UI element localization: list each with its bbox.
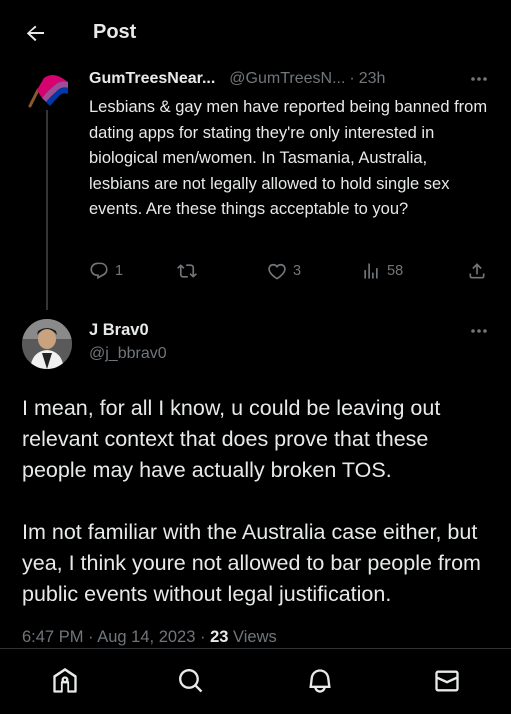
repost-icon: [177, 264, 197, 278]
reply-button[interactable]: 1: [89, 261, 123, 281]
repost-button[interactable]: [177, 261, 203, 281]
home-icon: [53, 668, 77, 693]
page-title: Post: [93, 21, 137, 43]
post-actions: 1 3 58: [89, 261, 493, 287]
more-options-button[interactable]: [468, 68, 490, 90]
post-metadata: 6:47 PM · Aug 14, 2023 · 23 Views: [22, 628, 277, 647]
separator: ·: [349, 70, 355, 87]
heart-icon: [268, 263, 286, 280]
profile-photo-icon: [22, 319, 72, 369]
more-icon: [471, 77, 487, 81]
post-header: GumTreesNear... @GumTreesN... · 23h: [89, 68, 489, 90]
display-name[interactable]: GumTreesNear...: [89, 70, 215, 88]
like-button[interactable]: 3: [267, 261, 301, 281]
user-handle[interactable]: @GumTreesN...: [229, 70, 345, 88]
bottom-nav: [0, 648, 511, 714]
views-button[interactable]: 58: [361, 261, 403, 281]
user-handle[interactable]: @j_bbrav0: [89, 345, 167, 363]
post-text: Lesbians & gay men have reported being b…: [89, 98, 488, 218]
views-label: Views: [233, 628, 277, 646]
separator: ·: [200, 628, 206, 646]
avatar[interactable]: [22, 68, 70, 116]
post-time[interactable]: 6:47 PM: [22, 628, 83, 646]
notifications-icon: [309, 669, 331, 693]
analytics-icon: [364, 263, 378, 279]
share-button[interactable]: [467, 261, 487, 281]
display-name[interactable]: J Brav0: [89, 321, 149, 340]
share-icon: [469, 263, 485, 279]
nav-home[interactable]: [50, 666, 80, 696]
more-icon: [471, 329, 487, 333]
post-text: I mean, for all I know, u could be leavi…: [22, 393, 492, 610]
post-paragraph: Im not familiar with the Australia case …: [22, 520, 481, 606]
search-icon: [179, 669, 203, 693]
post-date[interactable]: Aug 14, 2023: [97, 628, 195, 646]
messages-icon: [435, 670, 459, 692]
flag-avatar-icon: [28, 75, 68, 108]
views-count: 23: [210, 628, 229, 646]
avatar[interactable]: [22, 319, 72, 369]
arrow-left-icon: [26, 25, 44, 42]
nav-messages[interactable]: [432, 666, 462, 696]
top-bar: Post: [0, 0, 511, 66]
nav-notifications[interactable]: [305, 666, 335, 696]
post-paragraph: I mean, for all I know, u could be leavi…: [22, 396, 441, 482]
like-count: 3: [293, 263, 302, 279]
reply-icon: [90, 262, 108, 280]
post-time[interactable]: 23h: [359, 70, 386, 88]
separator: ·: [88, 628, 94, 646]
reply-count: 1: [115, 263, 124, 279]
nav-search[interactable]: [176, 666, 206, 696]
more-options-button[interactable]: [468, 320, 490, 342]
view-count: 58: [387, 263, 404, 279]
thread-line: [46, 110, 48, 310]
back-button[interactable]: [22, 20, 48, 46]
